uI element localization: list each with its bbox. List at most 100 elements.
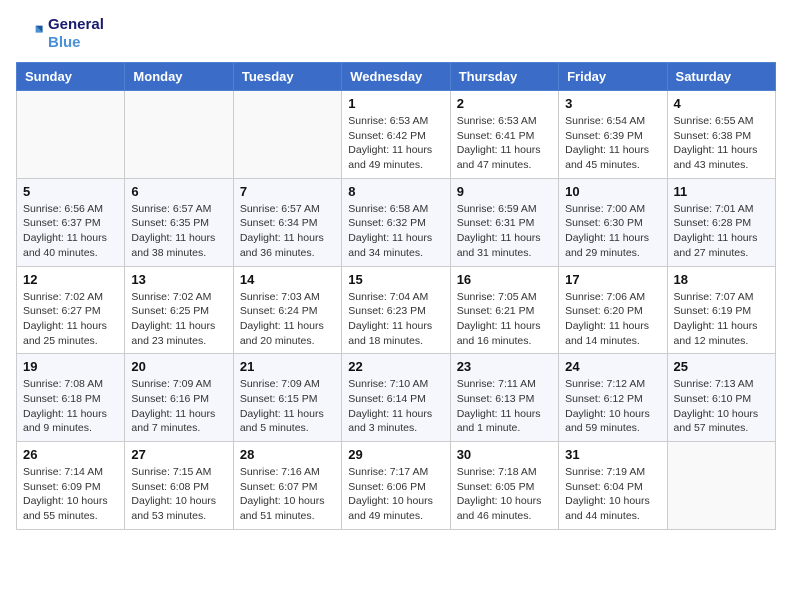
day-info: Sunrise: 6:53 AM Sunset: 6:41 PM Dayligh…	[457, 114, 552, 173]
day-number: 12	[23, 272, 118, 287]
calendar-cell: 12 Sunrise: 7:02 AM Sunset: 6:27 PM Dayli…	[17, 266, 125, 354]
day-number: 3	[565, 96, 660, 111]
calendar-cell	[17, 91, 125, 179]
day-info: Sunrise: 6:58 AM Sunset: 6:32 PM Dayligh…	[348, 202, 443, 261]
logo: GeneralBlue	[16, 16, 104, 52]
logo-icon	[16, 20, 44, 48]
calendar: SundayMondayTuesdayWednesdayThursdayFrid…	[16, 62, 776, 530]
day-info: Sunrise: 7:16 AM Sunset: 6:07 PM Dayligh…	[240, 465, 335, 524]
calendar-cell: 30Sunrise: 7:18 AM Sunset: 6:05 PM Dayli…	[450, 442, 558, 530]
calendar-cell: 2 Sunrise: 6:53 AM Sunset: 6:41 PM Daylig…	[450, 91, 558, 179]
weekday-header-monday: Monday	[125, 63, 233, 91]
day-number: 6	[131, 184, 226, 199]
calendar-cell: 28 Sunrise: 7:16 AM Sunset: 6:07 PM Dayli…	[233, 442, 341, 530]
calendar-cell: 21 Sunrise: 7:09 AM Sunset: 6:15 PM Dayli…	[233, 354, 341, 442]
day-info: Sunrise: 7:00 AM Sunset: 6:30 PM Dayligh…	[565, 202, 660, 261]
day-number: 14	[240, 272, 335, 287]
calendar-cell: 9 Sunrise: 6:59 AM Sunset: 6:31 PM Daylig…	[450, 178, 558, 266]
calendar-cell: 16 Sunrise: 7:05 AM Sunset: 6:21 PM Dayli…	[450, 266, 558, 354]
day-number: 11	[674, 184, 769, 199]
calendar-cell: 11 Sunrise: 7:01 AM Sunset: 6:28 PM Dayli…	[667, 178, 775, 266]
calendar-week-3: 12 Sunrise: 7:02 AM Sunset: 6:27 PM Dayli…	[17, 266, 776, 354]
day-number: 9	[457, 184, 552, 199]
day-info: Sunrise: 7:17 AM Sunset: 6:06 PM Dayligh…	[348, 465, 443, 524]
day-number: 10	[565, 184, 660, 199]
weekday-header-row: SundayMondayTuesdayWednesdayThursdayFrid…	[17, 63, 776, 91]
calendar-cell: 22Sunrise: 7:10 AM Sunset: 6:14 PM Dayli…	[342, 354, 450, 442]
day-number: 20	[131, 359, 226, 374]
day-number: 23	[457, 359, 552, 374]
day-info: Sunrise: 7:12 AM Sunset: 6:12 PM Dayligh…	[565, 377, 660, 436]
calendar-week-4: 19 Sunrise: 7:08 AM Sunset: 6:18 PM Dayli…	[17, 354, 776, 442]
calendar-cell: 31 Sunrise: 7:19 AM Sunset: 6:04 PM Dayli…	[559, 442, 667, 530]
calendar-cell: 17Sunrise: 7:06 AM Sunset: 6:20 PM Dayli…	[559, 266, 667, 354]
day-info: Sunrise: 7:09 AM Sunset: 6:16 PM Dayligh…	[131, 377, 226, 436]
calendar-cell: 14Sunrise: 7:03 AM Sunset: 6:24 PM Dayli…	[233, 266, 341, 354]
day-info: Sunrise: 7:18 AM Sunset: 6:05 PM Dayligh…	[457, 465, 552, 524]
day-number: 31	[565, 447, 660, 462]
calendar-cell	[233, 91, 341, 179]
day-info: Sunrise: 7:19 AM Sunset: 6:04 PM Dayligh…	[565, 465, 660, 524]
weekday-header-sunday: Sunday	[17, 63, 125, 91]
day-info: Sunrise: 6:57 AM Sunset: 6:34 PM Dayligh…	[240, 202, 335, 261]
calendar-cell: 25 Sunrise: 7:13 AM Sunset: 6:10 PM Dayli…	[667, 354, 775, 442]
day-number: 27	[131, 447, 226, 462]
day-info: Sunrise: 7:15 AM Sunset: 6:08 PM Dayligh…	[131, 465, 226, 524]
day-number: 18	[674, 272, 769, 287]
day-info: Sunrise: 7:09 AM Sunset: 6:15 PM Dayligh…	[240, 377, 335, 436]
day-number: 1	[348, 96, 443, 111]
day-info: Sunrise: 7:05 AM Sunset: 6:21 PM Dayligh…	[457, 290, 552, 349]
day-number: 15	[348, 272, 443, 287]
calendar-cell: 23 Sunrise: 7:11 AM Sunset: 6:13 PM Dayli…	[450, 354, 558, 442]
calendar-cell	[667, 442, 775, 530]
day-info: Sunrise: 6:57 AM Sunset: 6:35 PM Dayligh…	[131, 202, 226, 261]
day-info: Sunrise: 7:07 AM Sunset: 6:19 PM Dayligh…	[674, 290, 769, 349]
page-header: GeneralBlue	[16, 16, 776, 52]
day-info: Sunrise: 7:10 AM Sunset: 6:14 PM Dayligh…	[348, 377, 443, 436]
day-number: 28	[240, 447, 335, 462]
weekday-header-saturday: Saturday	[667, 63, 775, 91]
day-info: Sunrise: 6:55 AM Sunset: 6:38 PM Dayligh…	[674, 114, 769, 173]
weekday-header-friday: Friday	[559, 63, 667, 91]
day-info: Sunrise: 6:59 AM Sunset: 6:31 PM Dayligh…	[457, 202, 552, 261]
day-number: 29	[348, 447, 443, 462]
day-number: 13	[131, 272, 226, 287]
day-number: 8	[348, 184, 443, 199]
calendar-cell: 10 Sunrise: 7:00 AM Sunset: 6:30 PM Dayli…	[559, 178, 667, 266]
logo-text: GeneralBlue	[48, 16, 104, 52]
day-info: Sunrise: 7:13 AM Sunset: 6:10 PM Dayligh…	[674, 377, 769, 436]
calendar-cell: 27 Sunrise: 7:15 AM Sunset: 6:08 PM Dayli…	[125, 442, 233, 530]
weekday-header-wednesday: Wednesday	[342, 63, 450, 91]
calendar-cell: 24 Sunrise: 7:12 AM Sunset: 6:12 PM Dayli…	[559, 354, 667, 442]
calendar-week-1: 1 Sunrise: 6:53 AM Sunset: 6:42 PM Daylig…	[17, 91, 776, 179]
calendar-cell: 20 Sunrise: 7:09 AM Sunset: 6:16 PM Dayli…	[125, 354, 233, 442]
day-info: Sunrise: 6:53 AM Sunset: 6:42 PM Dayligh…	[348, 114, 443, 173]
day-number: 16	[457, 272, 552, 287]
calendar-cell: 13 Sunrise: 7:02 AM Sunset: 6:25 PM Dayli…	[125, 266, 233, 354]
day-info: Sunrise: 7:08 AM Sunset: 6:18 PM Dayligh…	[23, 377, 118, 436]
day-number: 21	[240, 359, 335, 374]
day-number: 4	[674, 96, 769, 111]
day-number: 19	[23, 359, 118, 374]
weekday-header-thursday: Thursday	[450, 63, 558, 91]
day-number: 5	[23, 184, 118, 199]
day-number: 24	[565, 359, 660, 374]
weekday-header-tuesday: Tuesday	[233, 63, 341, 91]
day-info: Sunrise: 7:06 AM Sunset: 6:20 PM Dayligh…	[565, 290, 660, 349]
calendar-cell: 5 Sunrise: 6:56 AM Sunset: 6:37 PM Daylig…	[17, 178, 125, 266]
calendar-cell: 1 Sunrise: 6:53 AM Sunset: 6:42 PM Daylig…	[342, 91, 450, 179]
calendar-cell: 3 Sunrise: 6:54 AM Sunset: 6:39 PM Daylig…	[559, 91, 667, 179]
day-info: Sunrise: 6:56 AM Sunset: 6:37 PM Dayligh…	[23, 202, 118, 261]
calendar-cell: 15Sunrise: 7:04 AM Sunset: 6:23 PM Dayli…	[342, 266, 450, 354]
calendar-cell: 7 Sunrise: 6:57 AM Sunset: 6:34 PM Daylig…	[233, 178, 341, 266]
day-info: Sunrise: 7:02 AM Sunset: 6:25 PM Dayligh…	[131, 290, 226, 349]
day-info: Sunrise: 6:54 AM Sunset: 6:39 PM Dayligh…	[565, 114, 660, 173]
day-number: 2	[457, 96, 552, 111]
day-info: Sunrise: 7:01 AM Sunset: 6:28 PM Dayligh…	[674, 202, 769, 261]
day-info: Sunrise: 7:02 AM Sunset: 6:27 PM Dayligh…	[23, 290, 118, 349]
day-number: 25	[674, 359, 769, 374]
day-info: Sunrise: 7:11 AM Sunset: 6:13 PM Dayligh…	[457, 377, 552, 436]
calendar-cell: 4 Sunrise: 6:55 AM Sunset: 6:38 PM Daylig…	[667, 91, 775, 179]
day-number: 26	[23, 447, 118, 462]
day-number: 7	[240, 184, 335, 199]
